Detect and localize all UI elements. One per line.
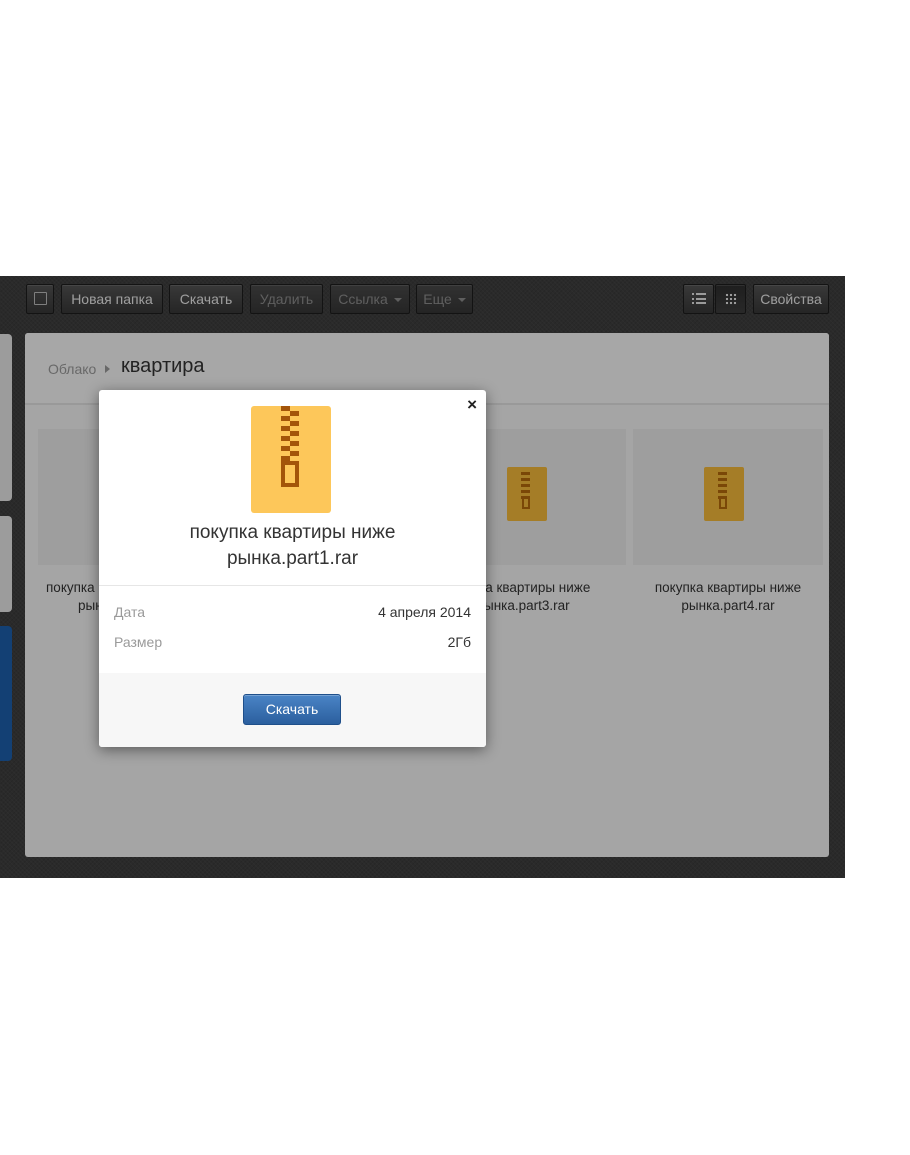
close-icon[interactable]: × xyxy=(467,395,477,415)
size-label: Размер xyxy=(114,634,163,650)
dialog-file-name-line2: рынка.part1.rar xyxy=(226,548,359,569)
file-info-dialog: × покупка квартиры ниже рынка.part1.rar … xyxy=(99,390,486,747)
date-value: 4 апреля 2014 xyxy=(378,604,471,620)
date-label: Дата xyxy=(114,604,146,620)
dialog-footer: Скачать xyxy=(99,673,486,747)
dialog-file-name-line1: покупка квартиры ниже xyxy=(189,522,396,543)
dialog-file-name: покупка квартиры ниже рынка.part1.rar xyxy=(129,520,456,572)
dialog-download-button[interactable]: Скачать xyxy=(243,694,341,725)
divider xyxy=(99,585,486,586)
archive-icon xyxy=(251,406,331,513)
size-value: 2Гб xyxy=(447,634,471,650)
